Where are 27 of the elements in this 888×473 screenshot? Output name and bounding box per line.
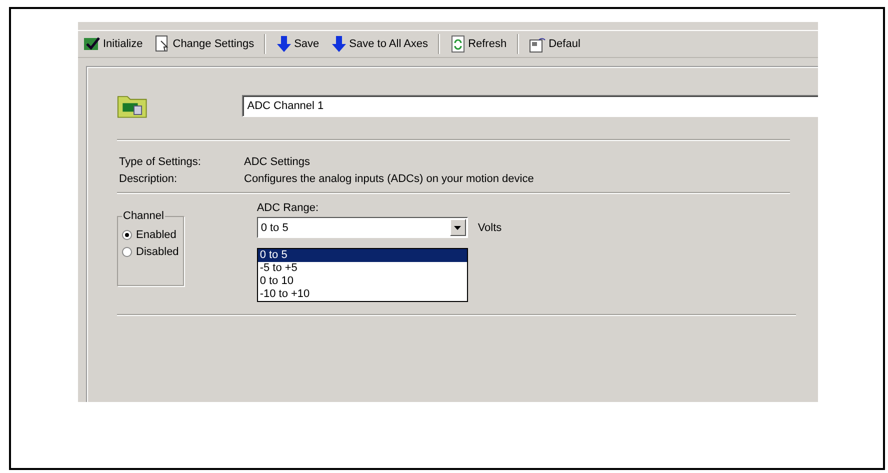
- field-label: ADC Range:: [256, 202, 319, 214]
- down-arrow-icon: [331, 35, 348, 53]
- dropdown-option[interactable]: -5 to +5: [258, 262, 467, 275]
- info-label: Type of Settings:: [119, 155, 202, 169]
- toolbar-button[interactable]: Initialize: [78, 34, 148, 54]
- info-value: Configures the analog inputs (ADCs) on your motion device: [244, 172, 535, 186]
- group-title: Channel: [122, 210, 165, 222]
- info-value: ADC Settings: [244, 155, 312, 169]
- folder-icon: [117, 93, 148, 119]
- toolbar-button[interactable]: Save: [271, 33, 324, 55]
- toolbar-button[interactable]: Change Settings: [150, 33, 260, 55]
- info-label: Description:: [119, 172, 178, 186]
- dropdown-option[interactable]: 0 to 10: [258, 275, 467, 288]
- dropdown-option[interactable]: 0 to 5: [258, 249, 467, 262]
- toolbar-button[interactable]: Refresh: [445, 33, 512, 55]
- radio-option[interactable]: Enabled: [122, 229, 179, 241]
- dropdown-option[interactable]: -10 to +10: [258, 288, 467, 301]
- document-icon: [528, 35, 547, 53]
- unit-label: Volts: [478, 222, 502, 234]
- name-field[interactable]: ADC Channel 1: [242, 95, 818, 117]
- document-icon: [154, 35, 171, 53]
- toolbar-button[interactable]: Defaul: [524, 33, 586, 55]
- refresh-icon: [450, 35, 466, 53]
- range-dropdown[interactable]: 0 to 5: [256, 217, 468, 238]
- radio-option[interactable]: Disabled: [122, 246, 179, 258]
- toolbar-button[interactable]: Save to All Axes: [326, 33, 434, 55]
- down-arrow-icon: [276, 35, 292, 53]
